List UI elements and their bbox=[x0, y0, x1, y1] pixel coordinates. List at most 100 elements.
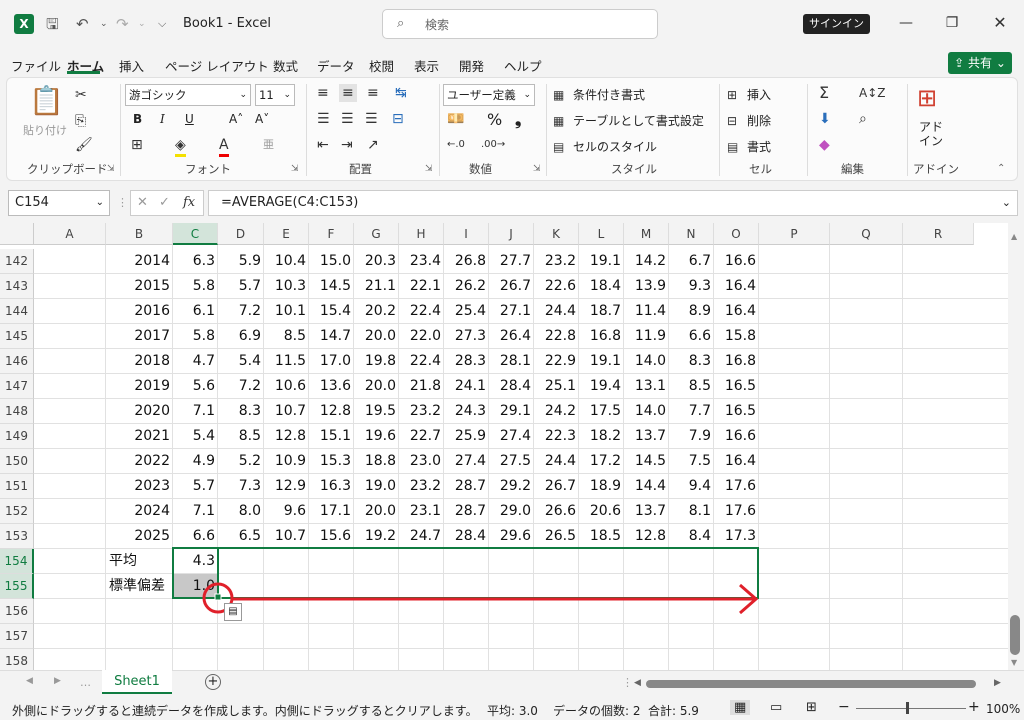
cell-value[interactable]: 14.2 bbox=[624, 249, 669, 274]
cell-value[interactable]: 22.1 bbox=[399, 274, 444, 299]
addins-button[interactable]: アド イン bbox=[919, 120, 943, 148]
cell-value[interactable]: 17.2 bbox=[579, 449, 624, 474]
cell-value[interactable]: 26.4 bbox=[489, 324, 534, 349]
row-header[interactable]: 145 bbox=[0, 324, 34, 349]
row-header[interactable]: 148 bbox=[0, 399, 34, 424]
cell-value[interactable]: 29.6 bbox=[489, 524, 534, 549]
cell-value[interactable]: 17.6 bbox=[714, 474, 759, 499]
cell-value[interactable]: 26.8 bbox=[444, 249, 489, 274]
cell-value[interactable]: 28.3 bbox=[444, 349, 489, 374]
cell-value[interactable]: 1.0 bbox=[173, 574, 218, 599]
cell-value[interactable]: 20.0 bbox=[354, 324, 399, 349]
cell-value[interactable]: 8.5 bbox=[264, 324, 309, 349]
cell-value[interactable]: 11.5 bbox=[264, 349, 309, 374]
cell-value[interactable]: 27.1 bbox=[489, 299, 534, 324]
cell-value[interactable]: 8.3 bbox=[218, 399, 264, 424]
currency-icon[interactable]: 💴 bbox=[447, 110, 464, 128]
cell-value[interactable]: 20.2 bbox=[354, 299, 399, 324]
collapse-ribbon-icon[interactable]: ⌃ bbox=[997, 160, 1005, 178]
column-header-e[interactable]: E bbox=[264, 223, 309, 245]
cell-value[interactable]: 23.2 bbox=[534, 249, 579, 274]
cell-value[interactable]: 6.7 bbox=[669, 249, 714, 274]
grow-font-button[interactable]: A˄ bbox=[229, 112, 243, 126]
cell-value[interactable]: 29.2 bbox=[489, 474, 534, 499]
cell-value[interactable]: 7.2 bbox=[218, 299, 264, 324]
cell-value[interactable]: 21.8 bbox=[399, 374, 444, 399]
signin-button[interactable]: サインイン bbox=[803, 14, 870, 34]
cell-value[interactable]: 18.4 bbox=[579, 274, 624, 299]
cell-value[interactable]: 26.7 bbox=[489, 274, 534, 299]
font-launcher-icon[interactable]: ⇲ bbox=[291, 164, 299, 174]
cell-year[interactable]: 2015 bbox=[106, 274, 173, 299]
increase-decimal-icon[interactable]: ←.0 bbox=[447, 136, 465, 154]
cell-value[interactable]: 22.0 bbox=[399, 324, 444, 349]
cell-value[interactable]: 12.8 bbox=[264, 424, 309, 449]
tab-view[interactable]: 表示 bbox=[414, 56, 439, 75]
cell-year[interactable]: 2019 bbox=[106, 374, 173, 399]
enter-icon[interactable]: ✓ bbox=[159, 195, 170, 210]
cell-value[interactable]: 10.6 bbox=[264, 374, 309, 399]
row-header[interactable]: 157 bbox=[0, 624, 34, 649]
status-sum[interactable]: 合計: 5.9 bbox=[648, 702, 699, 719]
cell-value[interactable]: 6.3 bbox=[173, 249, 218, 274]
font-size-select[interactable]: 11 ⌄ bbox=[255, 84, 295, 106]
column-header-q[interactable]: Q bbox=[830, 223, 903, 245]
zoom-out-icon[interactable]: − bbox=[838, 699, 850, 715]
row-header[interactable]: 156 bbox=[0, 599, 34, 624]
column-header-l[interactable]: L bbox=[579, 223, 624, 245]
cell-year[interactable]: 2018 bbox=[106, 349, 173, 374]
restore-icon[interactable]: ❐ bbox=[940, 11, 964, 35]
cell-year[interactable]: 2016 bbox=[106, 299, 173, 324]
cell-value[interactable]: 15.0 bbox=[309, 249, 354, 274]
cell-value[interactable]: 8.4 bbox=[669, 524, 714, 549]
cell-value[interactable]: 10.4 bbox=[264, 249, 309, 274]
cell-value[interactable]: 16.5 bbox=[714, 374, 759, 399]
cell-value[interactable]: 21.1 bbox=[354, 274, 399, 299]
sheet-tab-sheet1[interactable]: Sheet1 bbox=[102, 670, 172, 694]
column-header-i[interactable]: I bbox=[444, 223, 489, 245]
cell-value[interactable]: 9.3 bbox=[669, 274, 714, 299]
cell-value[interactable]: 24.1 bbox=[444, 374, 489, 399]
row-header[interactable]: 154 bbox=[0, 549, 34, 574]
cell-value[interactable]: 12.8 bbox=[624, 524, 669, 549]
column-header-k[interactable]: K bbox=[534, 223, 579, 245]
cell-value[interactable]: 7.1 bbox=[173, 499, 218, 524]
row-header[interactable]: 149 bbox=[0, 424, 34, 449]
cell-value[interactable]: 17.3 bbox=[714, 524, 759, 549]
cell-value[interactable]: 26.2 bbox=[444, 274, 489, 299]
cell-value[interactable]: 5.7 bbox=[218, 274, 264, 299]
decrease-decimal-icon[interactable]: .00→ bbox=[481, 136, 505, 154]
alignment-launcher-icon[interactable]: ⇲ bbox=[425, 164, 433, 174]
status-average[interactable]: 平均: 3.0 bbox=[487, 702, 538, 719]
cell-value[interactable]: 18.5 bbox=[579, 524, 624, 549]
sort-filter-icon[interactable]: A↕Z bbox=[859, 84, 885, 102]
cell-value[interactable]: 6.6 bbox=[173, 524, 218, 549]
font-color-icon[interactable]: A bbox=[219, 136, 229, 157]
cell-value[interactable]: 24.4 bbox=[534, 449, 579, 474]
cell-value[interactable]: 27.5 bbox=[489, 449, 534, 474]
minimize-icon[interactable]: — bbox=[894, 11, 918, 35]
add-sheet-icon[interactable]: + bbox=[205, 674, 221, 690]
cell-value[interactable]: 10.1 bbox=[264, 299, 309, 324]
cell-value[interactable]: 23.2 bbox=[399, 474, 444, 499]
cell-value[interactable]: 18.2 bbox=[579, 424, 624, 449]
row-header[interactable]: 150 bbox=[0, 449, 34, 474]
cell-value[interactable]: 20.0 bbox=[354, 374, 399, 399]
underline-button[interactable]: U bbox=[185, 112, 194, 126]
paste-icon[interactable]: 📋 bbox=[29, 86, 64, 116]
find-select-icon[interactable]: ⌕ bbox=[859, 110, 867, 128]
tab-review[interactable]: 校閲 bbox=[369, 56, 394, 75]
cell-value[interactable]: 19.5 bbox=[354, 399, 399, 424]
shrink-font-button[interactable]: A˅ bbox=[255, 112, 269, 126]
cell-label[interactable]: 平均 bbox=[106, 549, 173, 574]
cell-value[interactable]: 7.1 bbox=[173, 399, 218, 424]
tab-developer[interactable]: 開発 bbox=[459, 56, 484, 75]
row-header[interactable]: 155 bbox=[0, 574, 34, 599]
borders-icon[interactable]: ⊞ bbox=[131, 136, 143, 154]
cell-value[interactable]: 20.0 bbox=[354, 499, 399, 524]
cell-value[interactable]: 14.7 bbox=[309, 324, 354, 349]
align-middle-icon[interactable]: ≡ bbox=[339, 84, 357, 102]
cell-value[interactable]: 22.7 bbox=[399, 424, 444, 449]
percent-button[interactable]: % bbox=[487, 110, 502, 129]
fill-icon[interactable]: ⬇ bbox=[819, 110, 831, 128]
